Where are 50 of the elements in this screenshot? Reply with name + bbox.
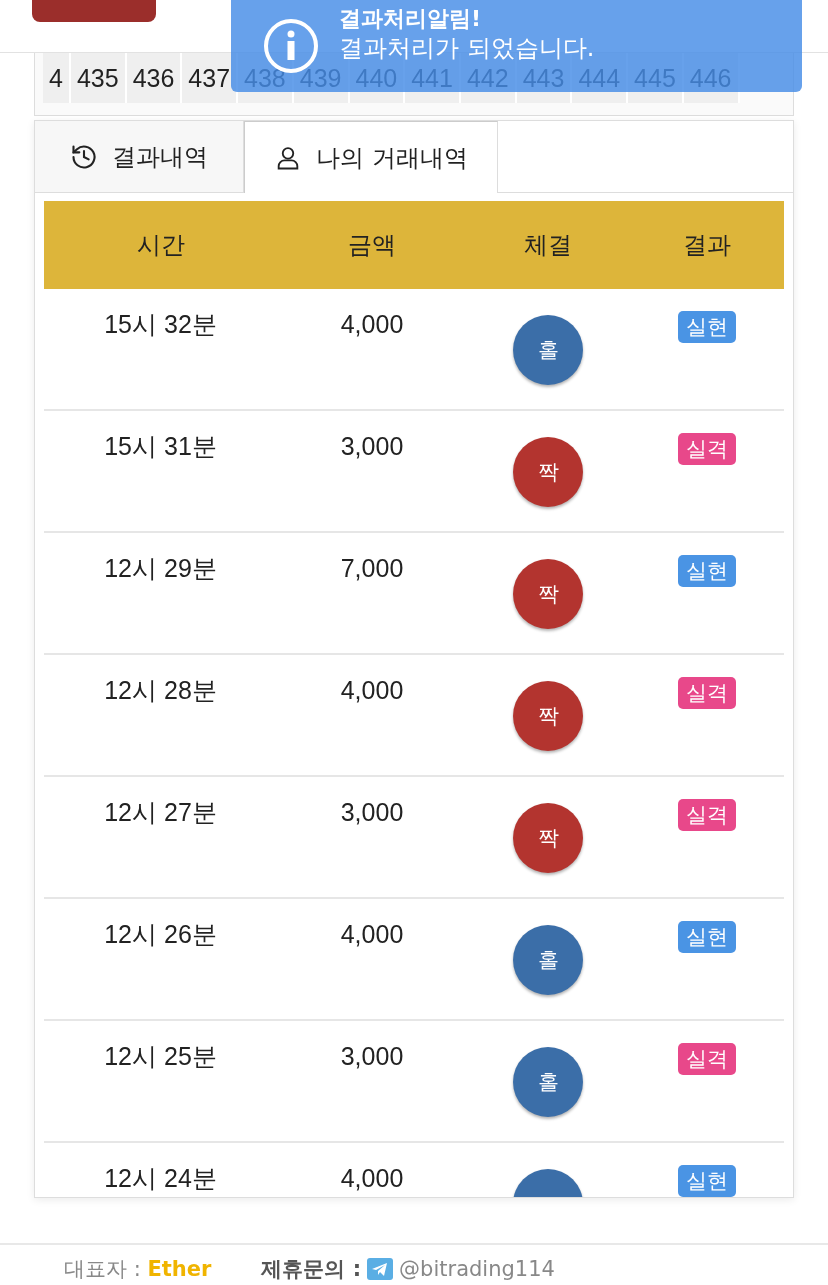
result-badge: 실격: [677, 799, 736, 831]
contact-text: 제휴문의 : @bitrading114: [261, 1256, 555, 1283]
pick-ball: 홀: [513, 315, 583, 385]
result-badge: 실격: [677, 677, 736, 709]
tab[interactable]: 결과내역: [35, 121, 244, 193]
history-icon: [70, 142, 98, 171]
table-cell: 3,000: [340, 431, 404, 461]
tab[interactable]: 나의 거래내역: [244, 121, 498, 193]
pick-ball: 홀: [513, 1047, 583, 1117]
table-cell: 7,000: [340, 553, 404, 583]
table-cell: 12시 29분: [104, 553, 217, 583]
round-number[interactable]: 4: [43, 53, 71, 103]
table-cell: 12시 27분: [104, 797, 217, 827]
result-badge: 실현: [677, 1165, 736, 1197]
pick-ball: 짝: [513, 437, 583, 507]
column-header: 결과: [681, 230, 732, 261]
column-header: 금액: [347, 230, 397, 261]
table-cell: 4,000: [340, 675, 404, 705]
owner-text: 대표자 : Ether: [64, 1256, 212, 1283]
pick-ball: 짝: [513, 803, 583, 873]
round-number[interactable]: 436: [126, 53, 183, 103]
table-cell: 3,000: [340, 1041, 404, 1071]
telegram-icon: [367, 1258, 394, 1280]
table-cell: 12시 24분: [104, 1163, 217, 1193]
table-cell: 15시 31분: [104, 431, 217, 461]
pick-ball: 홀: [513, 925, 583, 995]
pick-ball: 짝: [513, 559, 583, 629]
pick-ball: 짝: [513, 681, 583, 751]
result-badge: 실현: [677, 921, 736, 953]
table-cell: 12시 28분: [104, 675, 217, 705]
toast-message: 결과처리가 되었습니다.: [339, 33, 595, 64]
table-cell: 3,000: [340, 797, 404, 827]
toast-title: 결과처리알림!: [339, 6, 483, 32]
tab-label: 나의 거래내역: [316, 142, 468, 174]
table-cell: 12시 26분: [104, 919, 217, 949]
tab-label: 결과내역: [112, 141, 208, 173]
round-number[interactable]: 435: [70, 53, 127, 103]
round-number[interactable]: 437: [182, 53, 239, 103]
menu-button[interactable]: [32, 0, 156, 22]
table-cell: 15시 32분: [104, 309, 217, 339]
table-cell: 4,000: [340, 919, 404, 949]
column-header: 체결: [523, 230, 573, 261]
table-cell: 4,000: [340, 1163, 404, 1193]
column-header: 시간: [135, 230, 186, 261]
result-badge: 실현: [677, 555, 736, 587]
result-badge: 실격: [677, 1043, 736, 1075]
table-cell: 12시 25분: [104, 1041, 217, 1071]
table-cell: 4,000: [340, 309, 404, 339]
result-badge: 실현: [677, 311, 736, 343]
result-badge: 실격: [677, 433, 736, 465]
